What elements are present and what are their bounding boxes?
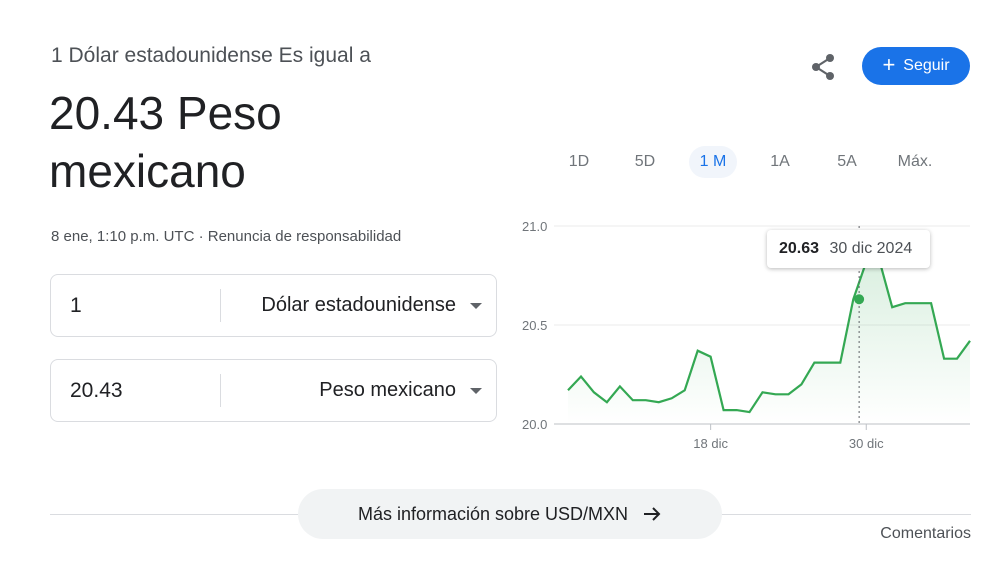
to-currency-box: Peso mexicano (50, 359, 497, 422)
from-currency-box: Dólar estadounidense (50, 274, 497, 337)
tab-5d[interactable]: 5D (627, 146, 663, 178)
chevron-down-icon (470, 387, 482, 394)
feedback-link[interactable]: Comentarios (880, 525, 971, 543)
from-currency-select[interactable]: Dólar estadounidense (261, 275, 482, 336)
tab-max[interactable]: Máx. (890, 146, 940, 178)
share-button[interactable] (806, 50, 840, 84)
more-info-label: Más información sobre USD/MXN (357, 503, 629, 524)
to-amount-input[interactable] (70, 360, 210, 421)
conversion-subtitle: 1 Dólar estadounidense Es igual a (51, 44, 371, 67)
chart-tooltip: 20.63 30 dic 2024 (767, 230, 930, 268)
highlighted-point[interactable] (854, 294, 865, 305)
result-line-2: mexicano (49, 145, 246, 197)
arrow-right-icon (644, 507, 661, 521)
to-currency-select[interactable]: Peso mexicano (319, 360, 482, 421)
conversion-result: 20.43 Peso mexicano (49, 84, 489, 200)
meta-separator: · (198, 228, 204, 245)
plus-icon: + (882, 52, 896, 77)
to-currency-label: Peso mexicano (319, 379, 456, 401)
y-tick-label: 20.0 (522, 417, 547, 432)
disclaimer-link[interactable]: Renuncia de responsabilidad (208, 228, 401, 245)
tab-5a[interactable]: 5A (829, 146, 865, 178)
follow-label: Seguir (903, 57, 950, 74)
divider (220, 374, 221, 407)
x-tick-label: 18 dic (693, 436, 728, 451)
tab-1d[interactable]: 1D (561, 146, 597, 178)
tab-1m[interactable]: 1 M (689, 146, 737, 178)
tooltip-date: 30 dic 2024 (829, 240, 913, 257)
chevron-down-icon (470, 302, 482, 309)
from-amount-input[interactable] (70, 275, 210, 336)
tab-1a[interactable]: 1A (762, 146, 798, 178)
more-info-button[interactable]: Más información sobre USD/MXN (298, 489, 722, 539)
y-tick-label: 21.0 (522, 219, 547, 234)
divider (220, 289, 221, 322)
share-icon (812, 54, 834, 80)
y-tick-label: 20.5 (522, 318, 547, 333)
timestamp: 8 ene, 1:10 p.m. UTC (51, 228, 195, 245)
meta-row: 8 ene, 1:10 p.m. UTC · Renuncia de respo… (51, 228, 401, 245)
from-currency-label: Dólar estadounidense (261, 294, 456, 316)
x-tick-label: 30 dic (849, 436, 884, 451)
result-line-1: 20.43 Peso (49, 87, 282, 139)
tooltip-value: 20.63 (779, 240, 820, 257)
follow-button[interactable]: + Seguir (862, 47, 970, 85)
series-area (568, 259, 970, 424)
